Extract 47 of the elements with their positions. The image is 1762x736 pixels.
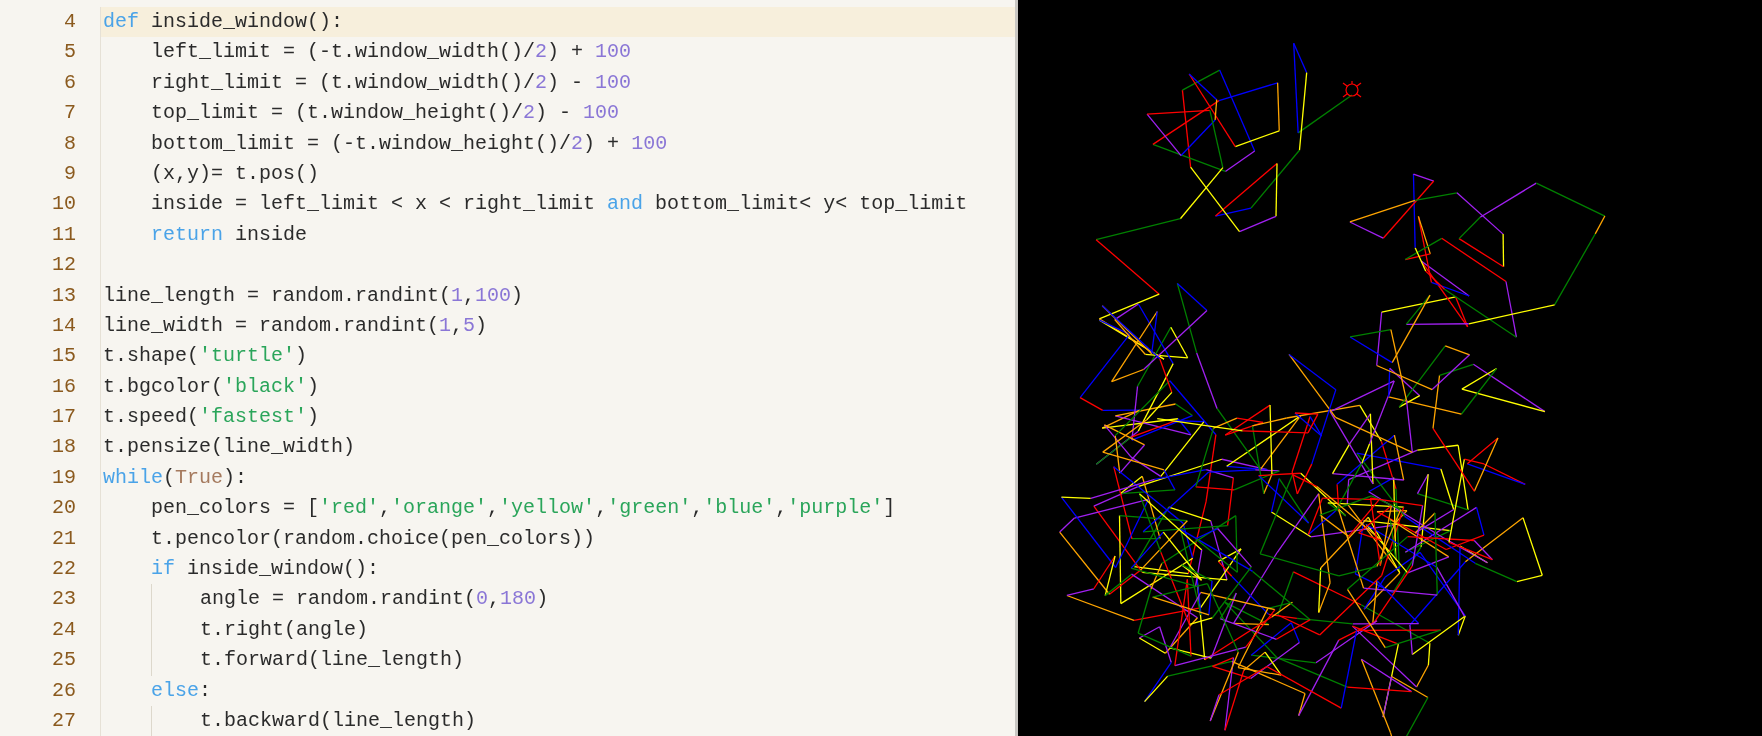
code-line: t.pencolor(random.choice(pen_colors)) xyxy=(150,525,597,552)
line-number: 19 xyxy=(51,464,77,491)
code-line: else: xyxy=(150,677,213,704)
line-number: 13 xyxy=(51,282,77,309)
line-number: 7 xyxy=(63,100,77,127)
code-line: if inside_window(): xyxy=(150,556,381,583)
code-line: t.bgcolor('black') xyxy=(102,373,321,400)
line-number: 5 xyxy=(63,39,77,66)
code-line: t.speed('fastest') xyxy=(102,404,321,431)
line-number: 20 xyxy=(51,495,77,522)
line-number: 18 xyxy=(51,434,77,461)
code-line: pen_colors = ['red','orange','yellow','green','blue','purple'] xyxy=(150,495,897,522)
line-number: 26 xyxy=(51,677,77,704)
code-line: left_limit = (-t.window_width()/2) + 100 xyxy=(150,39,633,66)
line-number: 8 xyxy=(63,130,77,157)
line-number: 16 xyxy=(51,373,77,400)
code-line: line_width = random.randint(1,5) xyxy=(102,312,489,339)
code-line: t.right(angle) xyxy=(101,614,1015,646)
line-number: 27 xyxy=(51,708,77,734)
line-number: 25 xyxy=(51,647,77,674)
code-line: t.backward(line_length) xyxy=(101,706,1015,736)
code-editor[interactable] xyxy=(0,0,1015,736)
code-line: angle = random.randint(0,180) xyxy=(101,584,1015,615)
code-line: (x,y)= t.pos() xyxy=(150,160,321,187)
line-number: 15 xyxy=(51,343,77,370)
line-number: 24 xyxy=(51,616,77,643)
line-number: 9 xyxy=(63,160,77,187)
code-line: line_length = random.randint(1,100) xyxy=(102,282,525,309)
line-number: 12 xyxy=(51,252,77,279)
code-line: bottom_limit = (-t.window_height()/2) + 100 xyxy=(150,130,669,157)
code-line: right_limit = (t.window_width()/2) - 100 xyxy=(150,69,633,96)
line-number: 6 xyxy=(63,69,77,96)
line-number: 11 xyxy=(51,221,77,248)
code-line: while(True): xyxy=(102,464,249,491)
code-line: t.pensize(line_width) xyxy=(102,434,357,461)
line-number: 21 xyxy=(51,525,77,552)
line-number: 10 xyxy=(51,191,77,218)
code-line: return inside xyxy=(150,221,309,248)
code-line: top_limit = (t.window_height()/2) - 100 xyxy=(150,100,621,127)
line-number: 22 xyxy=(51,556,77,583)
code-line: t.forward(line_length) xyxy=(101,645,1015,676)
code-line: inside = left_limit < x < right_limit and bottom_limit< y< top_limit xyxy=(150,191,969,218)
line-number: 23 xyxy=(51,586,77,613)
line-number: 4 xyxy=(63,9,77,35)
line-number: 17 xyxy=(51,404,77,431)
line-number: 14 xyxy=(51,312,77,339)
code-line: t.shape('turtle') xyxy=(102,343,309,370)
